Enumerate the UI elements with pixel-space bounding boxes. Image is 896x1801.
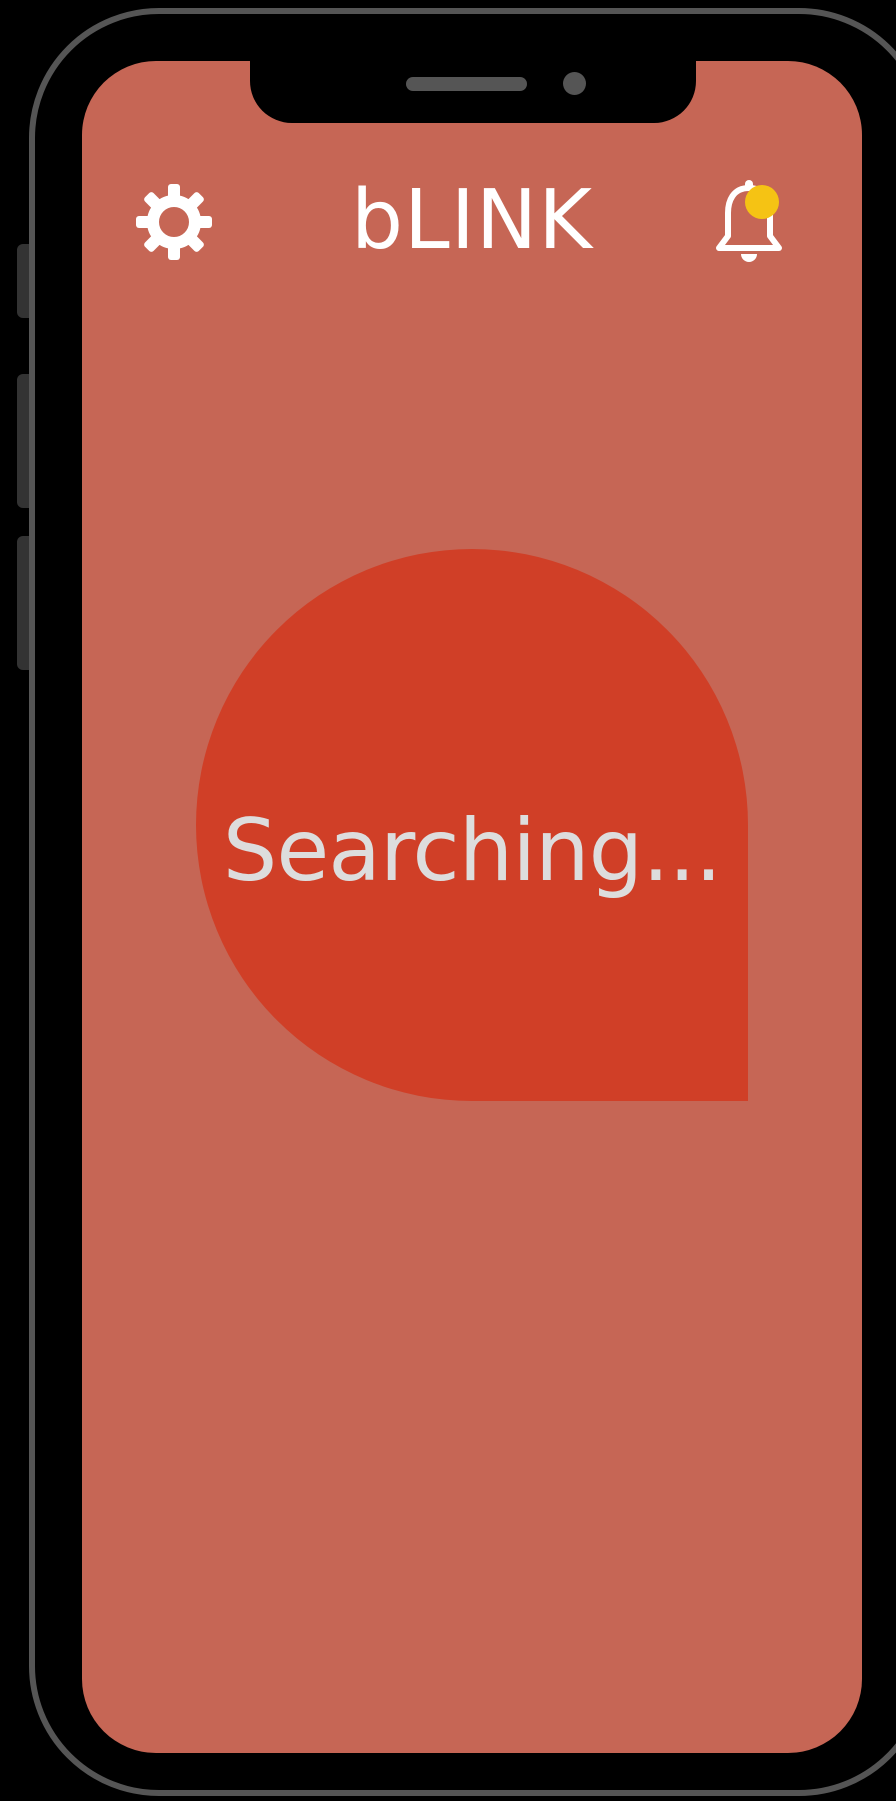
notification-badge xyxy=(745,185,779,219)
front-camera xyxy=(563,72,586,95)
search-indicator[interactable]: Searching... xyxy=(196,549,748,1101)
speaker-grille xyxy=(406,77,527,91)
searching-status: Searching... xyxy=(222,801,722,901)
mute-switch xyxy=(17,244,29,318)
volume-up-button xyxy=(17,374,29,508)
notch xyxy=(250,61,696,123)
gear-icon xyxy=(136,184,212,260)
device-stage: bLINK Searching... xyxy=(0,0,896,1801)
settings-button[interactable] xyxy=(134,182,214,262)
app-title: bLINK xyxy=(350,173,594,268)
app-screen: bLINK Searching... xyxy=(82,61,862,1753)
volume-down-button xyxy=(17,536,29,670)
